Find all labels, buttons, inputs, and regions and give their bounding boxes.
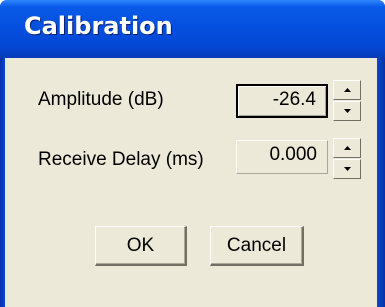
arrow-up-icon xyxy=(344,88,351,92)
arrow-down-icon xyxy=(344,167,351,171)
receive-delay-spin-up-button[interactable] xyxy=(333,138,361,158)
window-title: Calibration xyxy=(24,12,173,40)
receive-delay-spin-down-button[interactable] xyxy=(333,159,361,179)
cancel-button[interactable]: Cancel xyxy=(210,226,304,266)
ok-button[interactable]: OK xyxy=(95,226,187,266)
calibration-dialog: Calibration Amplitude (dB) -26.4 Receive… xyxy=(0,0,385,307)
receive-delay-spinner xyxy=(333,138,361,180)
amplitude-input[interactable]: -26.4 xyxy=(236,84,328,118)
title-bar[interactable]: Calibration xyxy=(0,0,385,58)
window-border-right xyxy=(377,58,385,307)
amplitude-spin-down-button[interactable] xyxy=(333,101,361,121)
arrow-down-icon xyxy=(344,109,351,113)
receive-delay-input[interactable]: 0.000 xyxy=(236,140,328,174)
receive-delay-label: Receive Delay (ms) xyxy=(38,149,204,170)
amplitude-spin-up-button[interactable] xyxy=(333,80,361,100)
arrow-up-icon xyxy=(344,146,351,150)
amplitude-spinner xyxy=(333,80,361,122)
amplitude-label: Amplitude (dB) xyxy=(38,89,164,110)
